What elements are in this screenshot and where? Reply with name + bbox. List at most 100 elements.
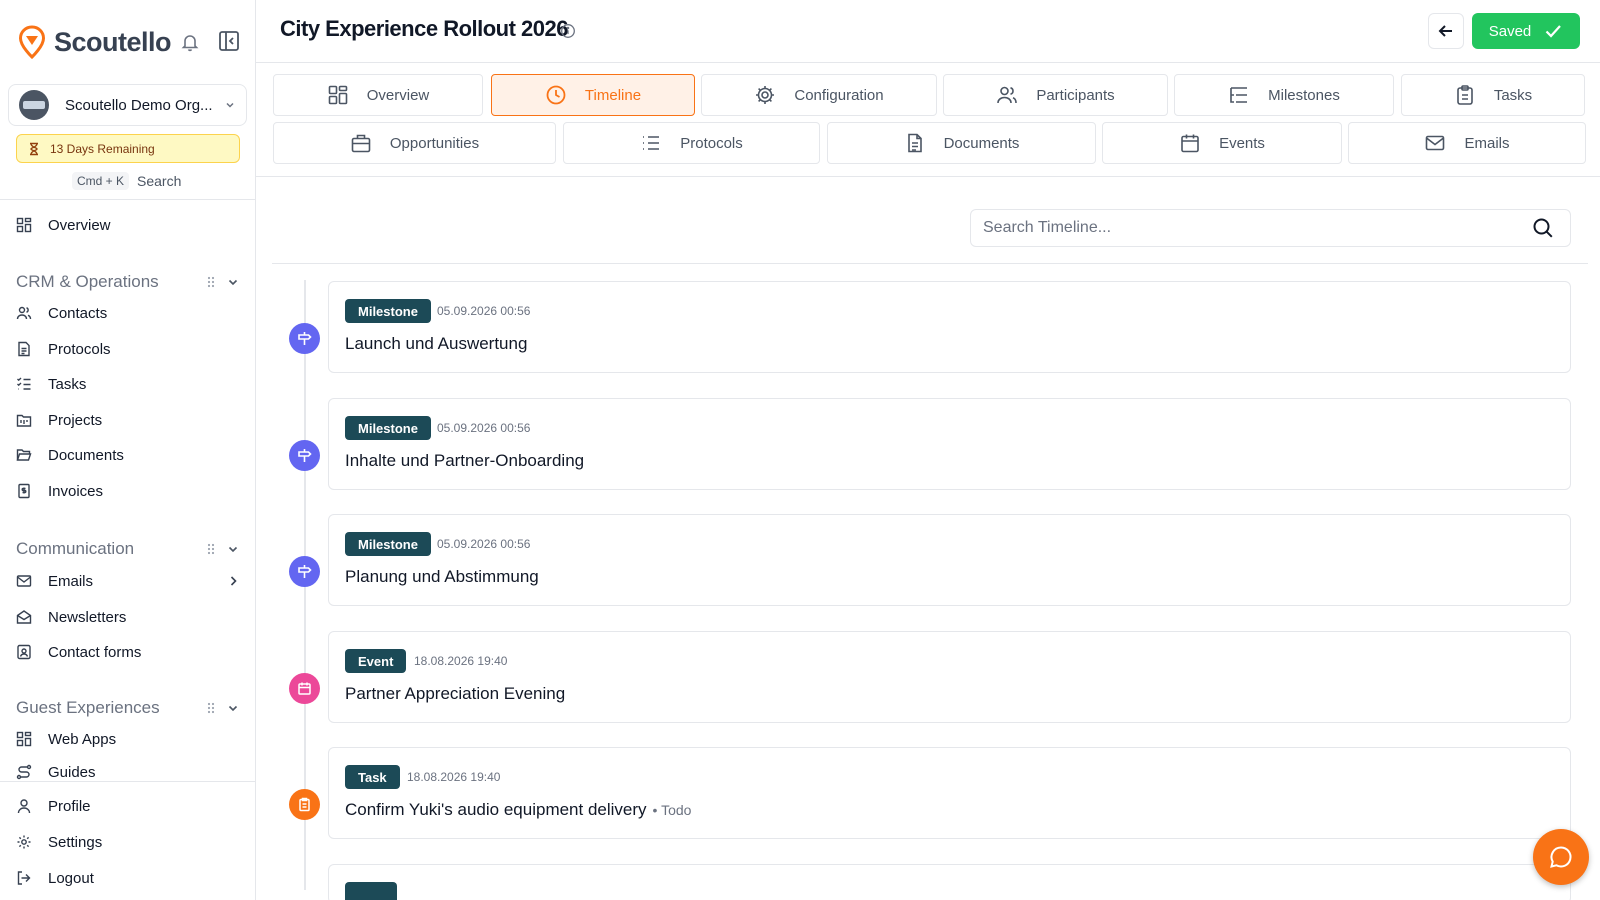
sidebar-item-label: Overview [48,216,111,234]
brand-name: Scoutello [54,26,172,57]
sidebar-item-documents[interactable]: Documents [16,444,240,466]
tab-emails[interactable]: Emails [1348,122,1586,164]
tab-label: Milestones [1268,86,1340,104]
sidebar-item-invoices[interactable]: Invoices [16,480,240,502]
tab-participants[interactable]: Participants [943,74,1168,116]
tab-configuration[interactable]: Configuration [701,74,937,116]
calendar-icon [298,682,311,695]
tab-milestones[interactable]: Milestones [1174,74,1394,116]
sidebar-item-contacts[interactable]: Contacts [16,302,240,324]
sidebar-item-logout[interactable]: Logout [16,867,240,889]
logout-icon [17,871,31,885]
mail-open-icon [16,610,32,624]
sidebar-item-protocols[interactable]: Protocols [16,338,240,360]
sidebar-item-label: Tasks [48,375,87,393]
trial-text: 13 Days Remaining [50,141,155,156]
sidebar-item-emails[interactable]: Emails [16,570,240,592]
group-guest-experiences[interactable]: Guest Experiences [16,696,240,720]
chat-button[interactable] [1533,829,1589,885]
milestone-dot [289,440,320,471]
briefcase-icon [351,134,371,153]
sidebar-item-guides[interactable]: Guides [16,764,240,780]
timeline-search[interactable] [970,209,1571,247]
sidebar-item-label: Profile [48,797,91,815]
sidebar-item-newsletters[interactable]: Newsletters [16,606,240,628]
org-switcher[interactable]: Scoutello Demo Org... [8,84,247,126]
group-crm[interactable]: CRM & Operations [16,270,240,294]
timeline-entry[interactable]: Milestone 05.09.2026 00:56 Planung und A… [328,514,1571,606]
route-icon [16,764,32,780]
search-shortcut: Cmd + K [72,172,130,190]
folder-open-icon [16,449,32,461]
timeline-entry[interactable]: Milestone 05.09.2026 00:56 Inhalte und P… [328,398,1571,490]
sidebar-item-web-apps[interactable]: Web Apps [16,728,240,750]
tab-protocols[interactable]: Protocols [563,122,820,164]
timeline-entry[interactable]: Task 18.08.2026 19:40 Confirm Yuki's aud… [328,747,1571,839]
folder-kanban-icon [16,414,32,427]
chevron-down-icon[interactable] [226,701,240,715]
sidebar-item-contact-forms[interactable]: Contact forms [16,641,240,663]
tab-label: Configuration [794,86,884,104]
entry-date: 05.09.2026 00:56 [437,304,531,318]
sidebar-item-label: Projects [48,411,103,429]
trial-badge[interactable]: 13 Days Remaining [16,134,240,163]
sidebar-item-projects[interactable]: Projects [16,409,240,431]
brand[interactable]: Scoutello [18,24,172,60]
chevron-down-icon[interactable] [226,275,240,289]
type-badge: Event [345,649,407,673]
sidebar-item-settings[interactable]: Settings [16,831,240,853]
org-name: Scoutello Demo Org... [65,96,213,114]
grid-icon [16,731,32,747]
search-label: Search [137,173,182,189]
drag-handle-icon[interactable] [204,542,218,556]
signpost-icon [298,332,312,345]
group-label: Communication [16,539,135,558]
sidebar-item-tasks[interactable]: Tasks [16,373,240,395]
receipt-icon [18,483,30,499]
drag-handle-icon[interactable] [204,701,218,715]
mail-icon [1426,135,1445,151]
timeline-entry[interactable] [328,864,1571,900]
tab-events[interactable]: Events [1102,122,1342,164]
drag-handle-icon[interactable] [204,275,218,289]
sidebar-item-overview[interactable]: Overview [16,214,240,236]
sidebar-item-label: Newsletters [48,608,127,626]
back-button[interactable] [1428,13,1464,49]
group-communication[interactable]: Communication [16,537,240,561]
chevron-right-icon[interactable] [226,574,240,588]
info-icon[interactable] [560,23,576,39]
sidebar-collapse-icon[interactable] [218,30,240,52]
chevron-down-icon[interactable] [226,542,240,556]
search-icon[interactable] [1532,217,1554,239]
sidebar-item-profile[interactable]: Profile [16,795,240,817]
timeline-entry[interactable]: Milestone 05.09.2026 00:56 Launch und Au… [328,281,1571,373]
tab-documents[interactable]: Documents [827,122,1096,164]
saved-button[interactable]: Saved [1472,13,1580,49]
sidebar-item-label: Logout [48,869,94,887]
list-checks-icon [17,377,31,390]
file-text-icon [907,133,922,153]
tab-tasks[interactable]: Tasks [1401,74,1585,116]
command-search[interactable]: Cmd + K Search [72,172,181,190]
tab-label: Documents [943,134,1020,152]
entry-date: 18.08.2026 19:40 [407,770,501,784]
clock-icon [546,85,566,105]
mail-icon [16,575,32,587]
entry-date: 05.09.2026 00:56 [437,537,531,551]
milestone-dot [289,323,320,354]
signpost-icon [298,449,312,462]
type-badge: Task [345,765,400,789]
timeline-entry[interactable]: Event 18.08.2026 19:40 Partner Appreciat… [328,631,1571,723]
bell-icon[interactable] [180,32,200,52]
search-divider [272,263,1588,264]
tab-timeline[interactable]: Timeline [491,74,695,116]
tab-overview[interactable]: Overview [273,74,483,116]
tab-opportunities[interactable]: Opportunities [273,122,556,164]
type-badge [345,882,397,900]
task-dot [289,789,320,820]
timeline-search-input[interactable] [983,219,1532,237]
arrow-left-icon [1438,25,1452,37]
tab-label: Events [1219,134,1265,152]
sidebar-item-label: Contacts [48,304,108,322]
tab-label: Participants [1036,86,1115,104]
